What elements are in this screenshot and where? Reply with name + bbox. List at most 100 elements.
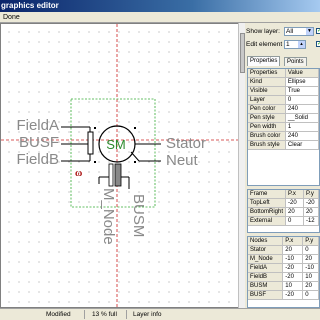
show-layer-value: All (286, 28, 294, 35)
menu-bar: Done (0, 12, 320, 23)
table-row[interactable]: External 0 -12 (248, 216, 319, 227)
motor-label: SM (106, 137, 126, 152)
selection-handle[interactable] (134, 161, 136, 163)
properties-grid[interactable]: Properties Value Kind Ellipse Visible True… (247, 68, 320, 186)
field-winding (87, 131, 94, 155)
node-y[interactable]: 20 (302, 281, 319, 292)
node-x[interactable]: -20 (282, 272, 304, 283)
menu-item-done[interactable]: Done (0, 12, 23, 23)
property-name: Brush color (248, 131, 286, 142)
edit-element-checkbox[interactable]: ✓ (316, 41, 320, 47)
node-y[interactable]: -10 (302, 263, 319, 274)
property-name: Kind (248, 77, 286, 88)
property-value[interactable]: __Solid (285, 113, 319, 124)
property-value[interactable]: 0 (285, 95, 319, 106)
shaft-brush-right (114, 163, 122, 187)
node-name: M_Node (248, 254, 284, 265)
drawing-canvas[interactable]: SM ω FieldA BUSF FieldB Stator Neut M_No… (0, 23, 240, 308)
table-header-row: Nodes P.x P.y (248, 237, 319, 247)
frame-point-x[interactable]: 0 (285, 216, 304, 227)
property-tabs: Properties Points (247, 56, 320, 66)
table-header-row: Properties Value (248, 69, 319, 79)
table-row[interactable]: Visible True (248, 86, 319, 97)
property-name: Pen style (248, 113, 286, 124)
node-y[interactable]: 20 (302, 254, 319, 265)
table-row[interactable]: Pen style __Solid (248, 113, 319, 124)
edit-element-spinner[interactable]: 1 ▴ (284, 40, 306, 49)
label-busf: BUSF (19, 134, 59, 151)
window-title: graphics editor (1, 1, 59, 10)
label-stator: Stator (166, 135, 206, 152)
spinner-arrows-icon[interactable]: ▴ (298, 41, 305, 48)
selection-handle[interactable] (134, 127, 136, 129)
node-x[interactable]: 20 (282, 245, 304, 256)
table-row[interactable]: Stator 20 0 (248, 245, 319, 256)
canvas-vertical-scrollbar[interactable] (238, 23, 245, 308)
right-panel: Show layer: All ▼ ✓ Edit element 1 ▴ ✓ P… (245, 23, 320, 308)
table-row[interactable]: BUSF -20 0 (248, 290, 319, 301)
table-row[interactable]: Pen width 1 (248, 122, 319, 133)
status-divider (84, 310, 85, 319)
column-header: P.x (282, 237, 304, 247)
property-value[interactable]: True (285, 86, 319, 97)
label-field-a: FieldA (16, 117, 59, 134)
label-field-b: FieldB (16, 151, 59, 168)
node-x[interactable]: -10 (282, 254, 304, 265)
property-value[interactable]: Clear (285, 140, 319, 151)
node-y[interactable]: 10 (302, 272, 319, 283)
frame-grid[interactable]: Frame P.x P.y TopLeft -20 -20 BottomRight 2… (247, 189, 320, 233)
frame-point-y[interactable]: -20 (303, 198, 319, 209)
label-busm: BUSM (130, 194, 147, 237)
property-value[interactable]: 240 (285, 104, 319, 115)
omega-symbol: ω (75, 168, 82, 179)
property-name: Pen width (248, 122, 286, 133)
column-header: P.y (302, 237, 319, 247)
property-value[interactable]: 240 (285, 131, 319, 142)
table-row[interactable]: Pen color 240 (248, 104, 319, 115)
table-row[interactable]: TopLeft -20 -20 (248, 198, 319, 209)
table-row[interactable]: FieldA -20 -10 (248, 263, 319, 274)
node-name: Stator (248, 245, 284, 256)
show-layer-checkbox[interactable]: ✓ (316, 28, 320, 34)
frame-point-name: External (248, 216, 287, 227)
table-row[interactable]: FieldB -20 10 (248, 272, 319, 283)
show-layer-select[interactable]: All ▼ (284, 27, 314, 36)
label-neut: Neut (166, 152, 199, 169)
nodes-grid[interactable]: Nodes P.x P.y Stator 20 0 M_Node -10 20 Fiel… (247, 236, 320, 308)
node-name: FieldA (248, 263, 284, 274)
node-x[interactable]: -20 (282, 263, 304, 274)
column-header: Nodes (248, 237, 284, 247)
property-value[interactable]: 1 (285, 122, 319, 133)
frame-point-y[interactable]: 20 (303, 207, 319, 218)
table-row[interactable]: M_Node -10 20 (248, 254, 319, 265)
column-header: P.y (303, 190, 319, 200)
status-modified: Modified (46, 311, 71, 318)
shaft-brush-left (108, 163, 114, 187)
tab-properties[interactable]: Properties (247, 56, 281, 66)
node-y[interactable]: 0 (302, 245, 319, 256)
node-x[interactable]: 10 (282, 281, 304, 292)
wire-neut (130, 151, 140, 162)
column-header: Frame (248, 190, 287, 200)
node-y[interactable]: 0 (302, 290, 319, 301)
node-x[interactable]: -20 (282, 290, 304, 301)
table-row[interactable]: BottomRight 20 20 (248, 207, 319, 218)
chevron-down-icon[interactable]: ▼ (306, 28, 313, 35)
status-divider (126, 310, 127, 319)
table-row[interactable]: Kind Ellipse (248, 77, 319, 88)
node-name: BUSF (248, 290, 284, 301)
tab-points[interactable]: Points (284, 57, 307, 66)
selection-handle[interactable] (94, 127, 96, 129)
status-layer-info: Layer info (133, 311, 162, 318)
column-header: Value (285, 69, 319, 79)
property-value[interactable]: Ellipse (285, 77, 319, 88)
table-row[interactable]: Layer 0 (248, 95, 319, 106)
frame-point-name: TopLeft (248, 198, 287, 209)
frame-point-x[interactable]: -20 (285, 198, 304, 209)
table-row[interactable]: BUSM 10 20 (248, 281, 319, 292)
selection-handle[interactable] (94, 161, 96, 163)
table-row[interactable]: Brush style Clear (248, 140, 319, 151)
table-row[interactable]: Brush color 240 (248, 131, 319, 142)
frame-point-x[interactable]: 20 (285, 207, 304, 218)
frame-point-y[interactable]: -12 (303, 216, 319, 227)
